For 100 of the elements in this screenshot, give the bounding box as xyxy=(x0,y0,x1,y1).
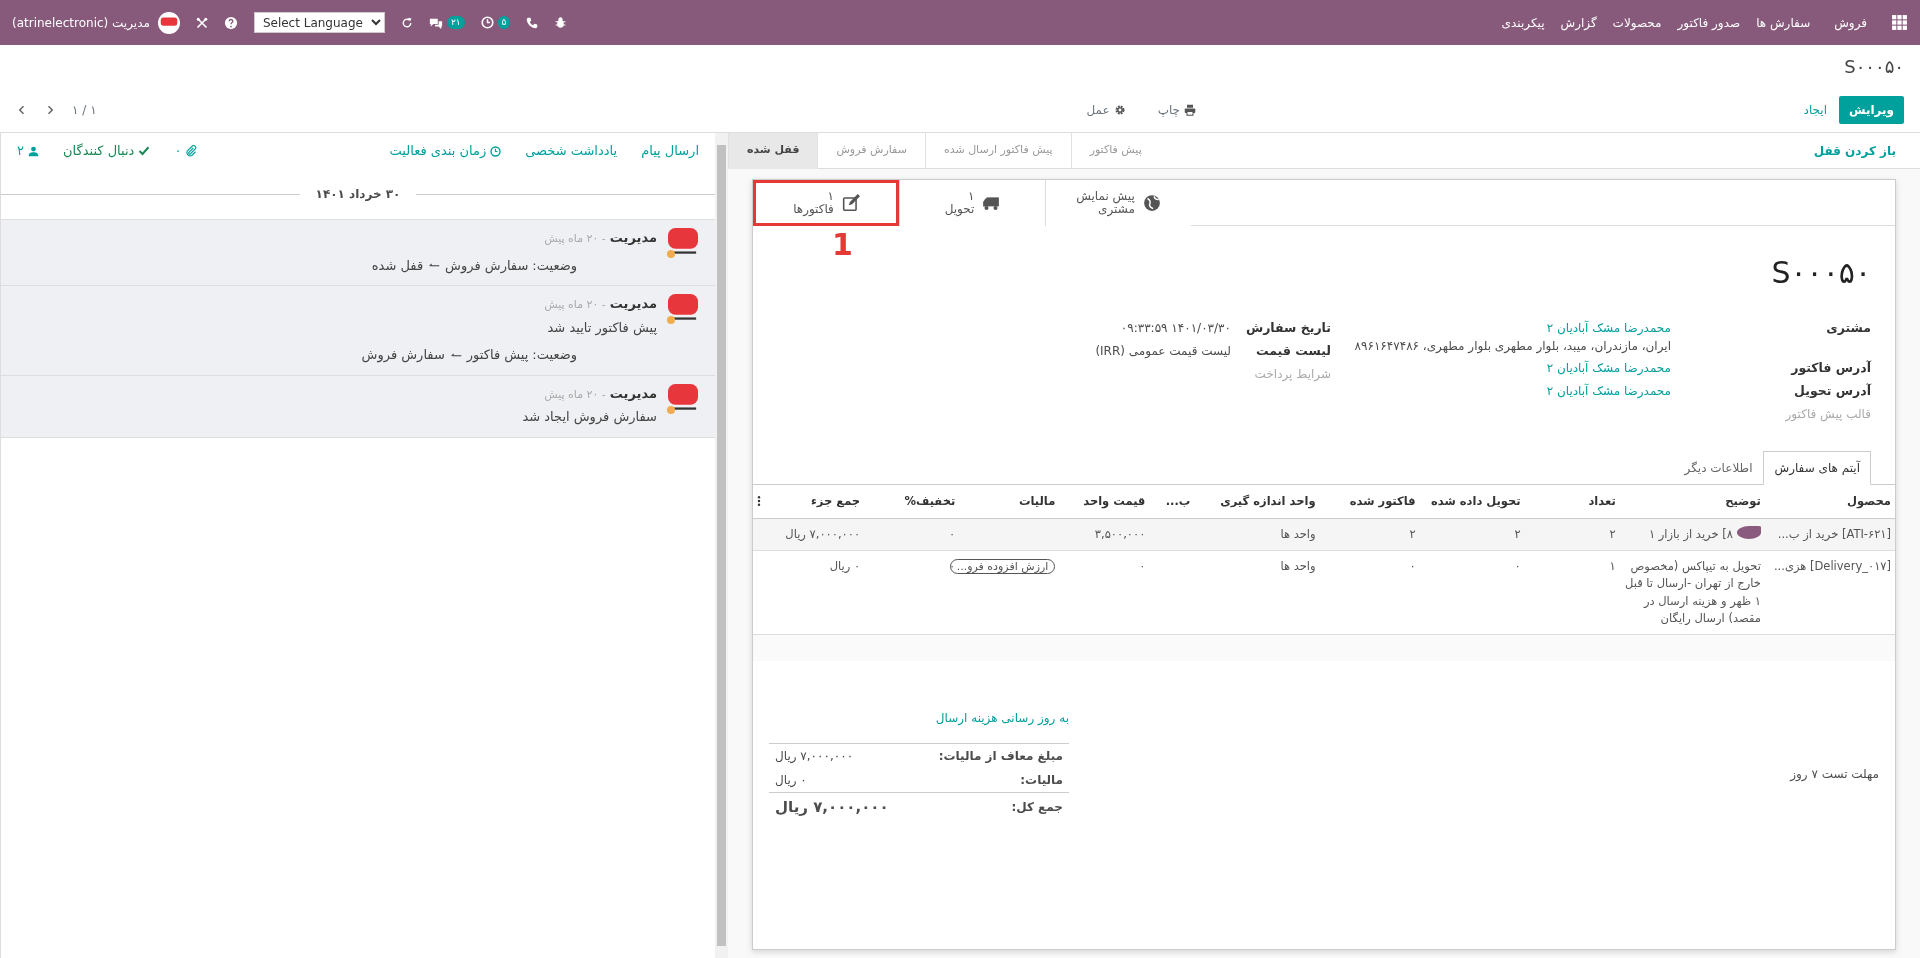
table-cell: ۰ xyxy=(1409,559,1416,573)
edit-button[interactable]: ویرایش xyxy=(1839,96,1904,124)
refresh-icon[interactable] xyxy=(400,16,413,29)
column-header[interactable]: تخفیف% xyxy=(864,484,960,519)
user-icon xyxy=(28,145,39,157)
column-header[interactable]: واحد اندازه گیری xyxy=(1194,484,1320,519)
chatter-action[interactable]: زمان بندی فعالیت xyxy=(389,141,502,161)
create-button[interactable]: ایجاد xyxy=(1795,96,1835,124)
followers-button[interactable]: ۲ xyxy=(17,141,39,161)
form-tab[interactable]: آیتم های سفارش xyxy=(1763,450,1871,485)
message-body: سفارش فروش ایجاد شد xyxy=(522,408,657,427)
follow-button[interactable]: دنبال کنندگان xyxy=(63,141,151,161)
action-button[interactable]: عمل xyxy=(1078,96,1134,124)
total-label: مالیات: xyxy=(1020,772,1063,787)
language-select[interactable]: Select Language xyxy=(253,12,385,33)
menu-item[interactable]: سفارش ها xyxy=(1756,13,1811,32)
column-header[interactable]: محصول xyxy=(1764,484,1895,519)
message-time: - ۲۰ ماه پیش xyxy=(544,297,606,313)
app-name[interactable]: فروش xyxy=(1834,13,1867,32)
date-separator: ۳۰ خرداد ۱۴۰۱ xyxy=(315,186,401,203)
status-stage[interactable]: قفل شده xyxy=(728,132,818,169)
globe-icon xyxy=(1142,194,1161,212)
truck-icon xyxy=(982,194,1001,212)
column-header[interactable]: تحویل داده شده xyxy=(1419,484,1525,519)
message-author: مدیریت xyxy=(609,229,657,247)
attachments-button[interactable]: ۰ xyxy=(174,141,198,161)
table-cell: ۲ xyxy=(1609,526,1616,541)
tracking-old-value: پیش فاکتور xyxy=(466,346,529,365)
check-icon xyxy=(138,145,151,157)
clock-icon xyxy=(490,145,502,157)
menu-item[interactable]: گزارش xyxy=(1560,13,1597,32)
print-button[interactable]: چاپ xyxy=(1149,96,1204,124)
table-cell: واحد ها xyxy=(1280,559,1316,573)
column-header[interactable]: مالیات xyxy=(959,484,1060,519)
user-avatar-icon[interactable] xyxy=(157,11,180,34)
table-cell: ۰ xyxy=(949,559,956,573)
field-label: آدرس تحویل xyxy=(1793,381,1871,400)
address-text: ایران، مازندران، میبد، بلوار مطهری بلوار مطهری، ۸۹۶۱۶۴۷۴۸۶ xyxy=(1354,338,1671,355)
presence-dot xyxy=(667,250,675,258)
breadcrumb-title: S۰۰۰۵۰ xyxy=(1843,55,1904,79)
field-link[interactable]: محمدرضا مشک آبادیان ۲ xyxy=(1546,361,1671,375)
field-label: تاریخ سفارش xyxy=(1244,319,1331,337)
chatter-action[interactable]: ارسال پیام xyxy=(641,141,699,161)
update-shipping-link[interactable]: به روز رسانی هزینه ارسال xyxy=(769,708,1069,727)
scrollbar-thumb[interactable] xyxy=(717,145,726,946)
tracking-field: وضعیت: xyxy=(532,255,577,275)
user-name[interactable]: مدیریت (atrinelectronic) xyxy=(12,13,150,32)
gear-icon xyxy=(1113,104,1126,116)
chatter-action[interactable]: یادداشت شخصی xyxy=(525,141,618,161)
table-cell: ۲ xyxy=(1409,526,1416,541)
tracking-new-value: سفارش فروش xyxy=(361,346,445,365)
activity-count-badge: ۵ xyxy=(497,15,511,30)
tracking-old-value: سفارش فروش xyxy=(445,256,529,275)
smart-button[interactable]: پیش نمایش مشتری xyxy=(1045,180,1191,226)
form-tab[interactable]: اطلاعات دیگر xyxy=(1673,450,1764,485)
unlock-button[interactable]: باز کردن قفل xyxy=(1805,136,1904,165)
smart-button[interactable]: ۱ فاکتورها xyxy=(753,180,899,226)
column-header[interactable]: فاکتور شده xyxy=(1319,484,1420,519)
message-time: - ۲۰ ماه پیش xyxy=(544,386,606,403)
presence-dot xyxy=(667,405,675,414)
field-value: لیست قیمت عمومی (IRR) xyxy=(1095,343,1231,358)
field-link[interactable]: محمدرضا مشک آبادیان ۲ xyxy=(1546,383,1671,398)
smart-button[interactable]: ۱ تحویل xyxy=(899,180,1045,226)
menu-item[interactable]: محصولات xyxy=(1612,13,1662,32)
presence-dot xyxy=(667,316,675,324)
tools-icon[interactable] xyxy=(195,16,208,29)
total-value: ۷,۰۰۰,۰۰۰ ریال xyxy=(775,748,854,763)
column-header[interactable]: جمع جزء xyxy=(769,484,865,519)
edit-icon xyxy=(841,194,860,212)
column-header[interactable]: ب... xyxy=(1149,484,1195,519)
total-label: مبلغ معاف از مالیات: xyxy=(938,748,1063,763)
menu-item[interactable]: صدور فاکتور xyxy=(1677,13,1741,32)
table-cell: ۳,۵۰۰,۰۰۰ xyxy=(1094,526,1146,541)
record-title: S۰۰۰۵۰ xyxy=(1771,254,1871,292)
message-body: پیش فاکتور تایید شد xyxy=(546,318,657,337)
redaction-mark xyxy=(1736,525,1761,539)
phone-icon[interactable] xyxy=(526,16,539,29)
table-cell: ۸] خرید از بازار ۱ xyxy=(1648,525,1733,543)
terms-note: مهلت تست ۷ روز xyxy=(1790,765,1879,783)
tracking-field: وضعیت: xyxy=(532,345,577,365)
clock-icon[interactable] xyxy=(480,16,494,29)
message-count-badge: ۲۱ xyxy=(446,15,465,30)
table-cell: ۱ xyxy=(1609,559,1616,573)
total-value: ۷,۰۰۰,۰۰۰ ریال xyxy=(775,797,889,816)
bug-icon[interactable] xyxy=(554,16,568,29)
help-icon[interactable] xyxy=(223,15,238,30)
field-value: ۰۹:۳۳:۵۹ ۱۴۰۱/۰۳/۳۰ xyxy=(1120,321,1231,335)
column-header[interactable]: تعداد xyxy=(1524,484,1620,519)
apps-menu-icon[interactable] xyxy=(1891,14,1908,31)
status-stage[interactable]: پیش فاکتور ارسال شده xyxy=(924,132,1071,169)
printer-icon xyxy=(1184,104,1196,116)
status-stage[interactable]: پیش فاکتور xyxy=(1070,132,1160,169)
field-link[interactable]: محمدرضا مشک آبادیان ۲ xyxy=(1354,319,1671,337)
table-cell: [ATI-۶۲۱] خرید از ب... xyxy=(1777,526,1891,541)
table-cell: ۰ xyxy=(949,526,956,541)
message-author: مدیریت xyxy=(609,295,657,313)
menu-item[interactable]: پیکربندی xyxy=(1501,13,1545,32)
column-header[interactable]: توضیح xyxy=(1619,484,1765,519)
column-header[interactable]: قیمت واحد xyxy=(1059,484,1150,519)
message-author: مدیریت xyxy=(609,384,657,403)
